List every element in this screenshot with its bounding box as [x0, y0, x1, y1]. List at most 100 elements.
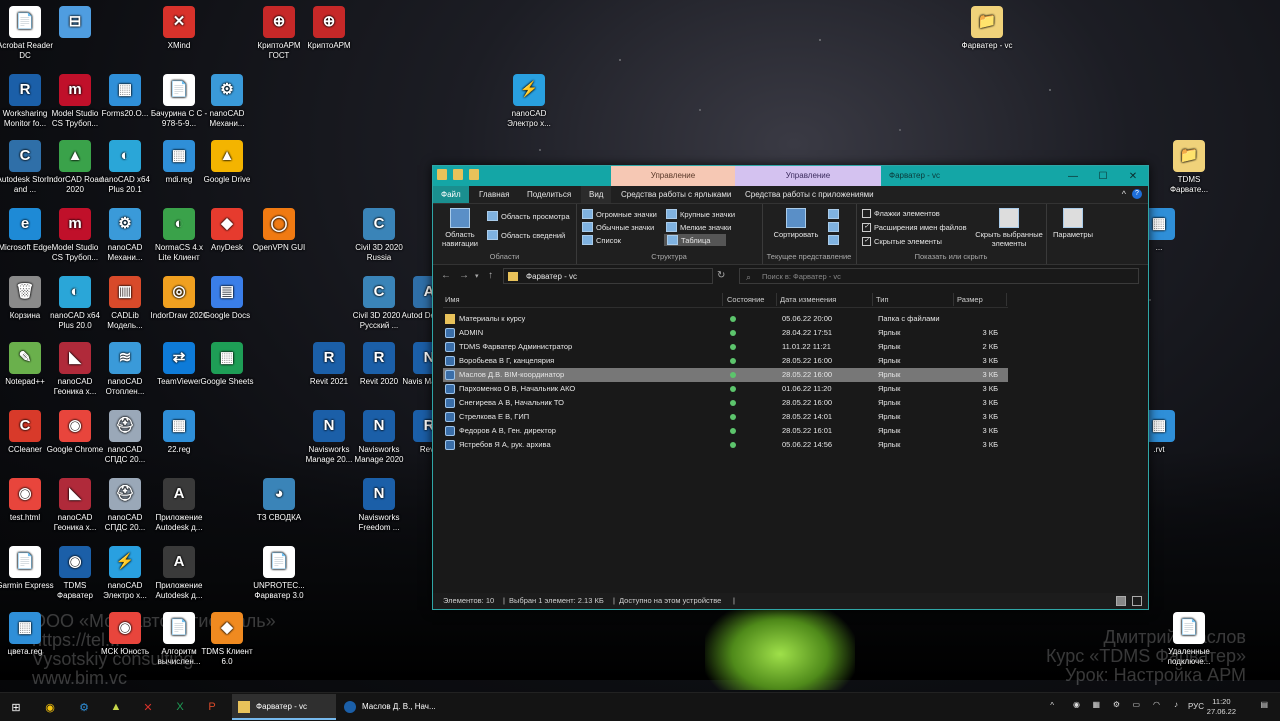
file-row[interactable]: Воробьева В Г, канцелярия 28.05.22 16:00 Я… [443, 354, 1008, 368]
file-extensions-toggle[interactable]: ✓ Расширения имен файлов [862, 223, 967, 232]
huge-icons-option[interactable]: Огромные значки [582, 209, 657, 219]
language-indicator[interactable]: РУС [1188, 702, 1204, 711]
taskbar-app-tdms[interactable]: Маслов Д. В., Нач... [338, 694, 442, 720]
large-icons-view-icon[interactable] [1132, 596, 1142, 606]
normal-icons-option[interactable]: Обычные значки [582, 222, 654, 232]
maximize-button[interactable]: ☐ [1088, 166, 1118, 186]
wifi-icon[interactable]: ◠ [1153, 700, 1160, 709]
tab-app-tools[interactable]: Средства работы с приложениями [737, 186, 882, 203]
desktop-icon[interactable]: ◉ МСК Юность [96, 612, 154, 657]
desktop-icon[interactable]: 📄 UNPROTEC... Фарватер 3.0 [250, 546, 308, 601]
column-size[interactable]: Размер [955, 293, 1007, 306]
desktop-icon[interactable]: ▦ 22.reg [150, 410, 208, 455]
desktop-icon[interactable]: ✕ XMind [150, 6, 208, 51]
file-row[interactable]: Ястребов Я А, рук. архива 05.06.22 14:56 Я… [443, 438, 1008, 452]
tab-view[interactable]: Вид [581, 186, 612, 203]
properties-icon[interactable] [453, 169, 463, 180]
desktop-icon[interactable]: 📄 Удаленные подключе... [1160, 612, 1218, 667]
desktop-icon[interactable]: ⚙ nanoCAD Механи... [198, 74, 256, 129]
desktop-icon[interactable]: ⚡ nanoCAD Электро х... [96, 546, 154, 601]
nav-pane-button[interactable]: Область навигации [439, 208, 481, 248]
file-row[interactable]: TDMS Фарватер Администратор 11.01.22 11:2… [443, 340, 1008, 354]
volume-icon[interactable]: ♪ [1174, 700, 1178, 709]
refresh-icon[interactable]: ↻ [717, 270, 725, 281]
desktop-icon[interactable]: ▦ цвета.reg [0, 612, 54, 657]
file-row[interactable]: Материалы к курсу 05.06.22 20:00 Папка с ф… [443, 312, 1008, 326]
tab-shortcut-tools[interactable]: Средства работы с ярлыками [613, 186, 739, 203]
settings-taskbar-icon[interactable]: ⚙ [74, 697, 94, 717]
desktop-icon[interactable]: 📁 Фарватер - vc [958, 6, 1016, 51]
desktop-icon[interactable]: ◆ TDMS Клиент 6.0 [198, 612, 256, 667]
sort-button[interactable]: Сортировать [768, 208, 824, 239]
notifications-icon[interactable]: ▤ [1260, 700, 1268, 709]
group-by-button[interactable] [828, 209, 839, 219]
powerpoint-taskbar-icon[interactable]: P [202, 697, 222, 717]
search-input[interactable]: ⌕ Поиск в: Фарватер - vc [739, 268, 1139, 284]
clock[interactable]: 11:20 27.06.22 [1207, 697, 1236, 717]
address-bar[interactable]: Фарватер - vc [503, 268, 713, 284]
table-option[interactable]: Таблица [664, 234, 727, 246]
small-icons-option[interactable]: Мелкие значки [666, 222, 731, 232]
large-icons-option[interactable]: Крупные значки [666, 209, 735, 219]
file-row[interactable]: Снегирева А В, Начальник ТО 28.05.22 16:0… [443, 396, 1008, 410]
hidden-items-toggle[interactable]: ✓ Скрытые элементы [862, 237, 942, 246]
details-pane-button[interactable]: Область сведений [487, 230, 565, 240]
desktop-icon[interactable]: ▦ Forms20.O... [96, 74, 154, 119]
preview-pane-button[interactable]: Область просмотра [487, 211, 570, 221]
chrome-taskbar-icon[interactable]: ◉ [40, 697, 60, 717]
file-row[interactable]: Стрелкова Е В, ГИП 28.05.22 14:01 Ярлык 3 К… [443, 410, 1008, 424]
desktop-icon[interactable]: ≋ nanoCAD Отоплен... [96, 342, 154, 397]
add-columns-button[interactable] [828, 222, 839, 232]
file-row[interactable]: Федоров А В, Ген. директор 28.05.22 16:01… [443, 424, 1008, 438]
desktop-icon[interactable]: C Civil 3D 2020 Russia [350, 208, 408, 263]
desktop-icon[interactable]: A Приложение Autodesk д... [150, 546, 208, 601]
desktop-icon[interactable]: ▤ Google Docs [198, 276, 256, 321]
tray-overflow-icon[interactable]: ^ [1050, 701, 1054, 710]
title-bar[interactable]: Управление Управление Фарватер - vc — ☐ … [433, 166, 1148, 186]
desktop-icon[interactable]: ⛑ nanoCAD СПДС 20... [96, 410, 154, 465]
tab-share[interactable]: Поделиться [519, 186, 579, 203]
details-view-icon[interactable] [1116, 596, 1126, 606]
list-option[interactable]: Список [582, 235, 621, 245]
excel-taskbar-icon[interactable]: X [170, 697, 190, 717]
file-row[interactable]: ADMIN 28.04.22 17:51 Ярлык 3 КБ [443, 326, 1008, 340]
fit-columns-button[interactable] [828, 235, 839, 245]
forward-arrow-icon[interactable]: → [459, 270, 469, 281]
desktop-icon[interactable]: ▲ Google Drive [198, 140, 256, 185]
desktop-icon[interactable]: N Navisworks Freedom ... [350, 478, 408, 533]
explorer-window[interactable]: Управление Управление Фарватер - vc — ☐ … [432, 165, 1149, 610]
desktop-icon[interactable]: ◆ AnyDesk [198, 208, 256, 253]
file-row[interactable]: Маслов Д.В. BIM-координатор 28.05.22 16:0… [443, 368, 1008, 382]
column-name[interactable]: Имя [443, 293, 723, 306]
up-arrow-icon[interactable]: ↑ [488, 270, 493, 281]
hide-selected-button[interactable]: Скрыть выбранные элементы [974, 208, 1044, 248]
minimize-button[interactable]: — [1058, 166, 1088, 186]
tray-app-icon[interactable]: ⚙ [1113, 700, 1120, 709]
xmind-taskbar-icon[interactable]: ✕ [138, 697, 158, 717]
options-button[interactable]: Параметры [1050, 208, 1096, 239]
context-tab-manage-app[interactable]: Управление [735, 166, 881, 186]
desktop-icon[interactable]: ⊕ КриптоАРМ [300, 6, 358, 51]
tray-app-icon[interactable]: ▦ [1092, 700, 1100, 709]
help-icon[interactable]: ? [1132, 189, 1142, 199]
desktop-icon[interactable]: ▦ Google Sheets [198, 342, 256, 387]
file-row[interactable]: Пархоменко О В, Начальник АКО 01.06.22 11… [443, 382, 1008, 396]
desktop-icon[interactable]: ⚙ nanoCAD Механи... [96, 208, 154, 263]
desktop-icon[interactable]: A Приложение Autodesk д... [150, 478, 208, 533]
collapse-ribbon-icon[interactable]: ^ [1122, 189, 1126, 199]
desktop-icon[interactable]: ⛑ nanoCAD СПДС 20... [96, 478, 154, 533]
desktop-icon[interactable]: ⚡ nanoCAD Электро х... [500, 74, 558, 129]
recent-chevron-icon[interactable]: ▾ [475, 272, 479, 280]
desktop-icon[interactable]: ◕ ТЗ СВОДКА [250, 478, 308, 523]
taskbar-app-explorer[interactable]: Фарватер - vc [232, 694, 336, 720]
close-button[interactable]: ✕ [1118, 166, 1148, 186]
tab-file[interactable]: Файл [433, 186, 469, 203]
context-tab-manage-shortcut[interactable]: Управление [611, 166, 735, 186]
app-taskbar-icon[interactable]: ▲ [106, 697, 126, 717]
desktop-icon[interactable]: ⊟ [46, 6, 104, 41]
desktop-icon[interactable]: ◯ OpenVPN GUI [250, 208, 308, 253]
column-date[interactable]: Дата изменения [778, 293, 873, 306]
desktop-icon[interactable]: 📁 TDMS Фарвате... [1160, 140, 1218, 195]
item-checkboxes-toggle[interactable]: Флажки элементов [862, 209, 940, 218]
desktop-icon[interactable]: ◐ nanoCAD x64 Plus 20.1 [96, 140, 154, 195]
